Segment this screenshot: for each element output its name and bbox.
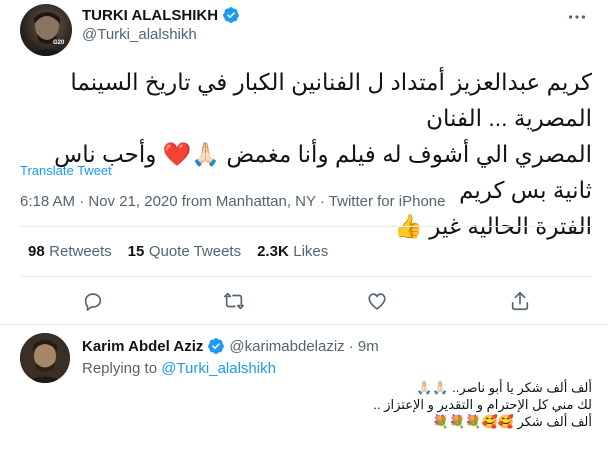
reply-text-line-2: لك مني كل الإحترام و التقدير و الإعتزاز … (373, 397, 592, 412)
replying-handle-link[interactable]: @Turki_alalshikh (161, 360, 276, 377)
likes-stat[interactable]: 2.3K Likes (257, 243, 328, 261)
author-handle[interactable]: @Turki_alalshikh (82, 26, 197, 43)
divider (0, 324, 608, 325)
reply-time[interactable]: · 9m (349, 338, 379, 355)
replying-prefix: Replying to (82, 360, 158, 377)
more-dots-icon[interactable] (566, 6, 588, 33)
reply-author-avatar[interactable] (20, 333, 70, 383)
reply-text: ألف ألف شكر يا أبو ناصر.. 🙏🏻🙏🏻 لك مني كل… (352, 380, 592, 429)
heart-icon[interactable] (366, 290, 388, 317)
divider (20, 276, 592, 277)
verified-badge-icon (208, 338, 225, 354)
verified-badge-icon (223, 7, 239, 23)
reply-author-name[interactable]: Karim Abdel Aziz (82, 338, 203, 355)
avatar-photo (26, 12, 68, 56)
replying-to: Replying to @Turki_alalshikh (82, 360, 276, 377)
quote-tweets-stat[interactable]: 15 Quote Tweets (128, 243, 241, 261)
reply-text-line-3: ألف ألف شكر 🥰🥰💐💐💐 (432, 414, 592, 429)
tweet-stats: 98 Retweets 15 Quote Tweets 2.3K Likes (28, 243, 328, 261)
reply-text-line-1: ألف ألف شكر يا أبو ناصر.. 🙏🏻🙏🏻 (416, 380, 592, 395)
tweet-text-line-1: كريم عبدالعزيز أمتداد ل الفنانين الكبار … (70, 69, 592, 131)
author-name-row: TURKI ALALSHIKH (82, 6, 240, 24)
reply-header: Karim Abdel Aziz @karimabdelaziz · 9m (82, 337, 379, 355)
share-icon[interactable] (509, 290, 531, 317)
divider (20, 226, 592, 227)
tweet-timestamp[interactable]: 6:18 AM · Nov 21, 2020 from Manhattan, N… (20, 193, 446, 210)
tweet-text: كريم عبدالعزيز أمتداد ل الفنانين الكبار … (20, 64, 592, 244)
translate-tweet-link[interactable]: Translate Tweet (20, 163, 112, 178)
avatar-badge: G20 (53, 40, 65, 46)
avatar-photo (20, 333, 70, 383)
reply-icon[interactable] (82, 290, 104, 317)
author-name[interactable]: TURKI ALALSHIKH (82, 7, 218, 24)
reply-author-handle[interactable]: @karimabdelaziz (229, 338, 344, 355)
retweet-icon[interactable] (222, 290, 246, 317)
retweets-stat[interactable]: 98 Retweets (28, 243, 112, 261)
author-avatar[interactable]: G20 (20, 4, 72, 56)
